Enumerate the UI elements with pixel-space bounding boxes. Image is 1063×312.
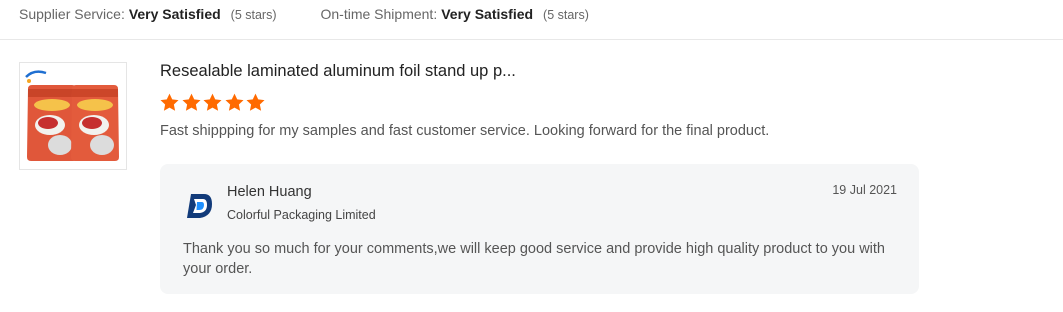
supplier-service-metric: Supplier Service: Very Satisfied (5 star… xyxy=(19,6,277,22)
review-page: Supplier Service: Very Satisfied (5 star… xyxy=(0,0,1063,312)
ontime-shipment-value: Very Satisfied xyxy=(441,6,534,22)
star-icon xyxy=(203,93,222,111)
seller-reply: Helen Huang Colorful Packaging Limited 1… xyxy=(160,164,919,294)
star-icon xyxy=(181,93,201,111)
product-image xyxy=(20,63,126,169)
section-divider xyxy=(0,39,1063,40)
product-thumbnail[interactable] xyxy=(19,62,127,170)
reply-message: Thank you so much for your comments,we w… xyxy=(183,241,885,277)
reply-date: 19 Jul 2021 xyxy=(832,183,897,197)
rating-summary: Supplier Service: Very Satisfied (5 star… xyxy=(19,0,589,28)
ontime-shipment-metric: On-time Shipment: Very Satisfied (5 star… xyxy=(321,6,589,22)
review-text: Fast shippping for my samples and fast c… xyxy=(160,123,770,139)
ontime-shipment-label: On-time Shipment: xyxy=(320,6,438,22)
supplier-service-label: Supplier Service: xyxy=(19,6,125,22)
seller-company: Colorful Packaging Limited xyxy=(227,208,376,222)
seller-name: Helen Huang xyxy=(227,184,312,200)
star-icon xyxy=(246,93,265,111)
star-icon xyxy=(160,93,179,111)
product-title-link[interactable]: Resealable laminated aluminum foil stand… xyxy=(160,62,516,81)
company-logo-icon xyxy=(184,191,214,221)
ontime-shipment-stars-note: (5 stars) xyxy=(543,8,589,22)
star-rating xyxy=(159,92,267,113)
supplier-service-stars-note: (5 stars) xyxy=(230,8,277,22)
star-icon xyxy=(224,93,244,111)
supplier-service-value: Very Satisfied xyxy=(128,6,221,22)
